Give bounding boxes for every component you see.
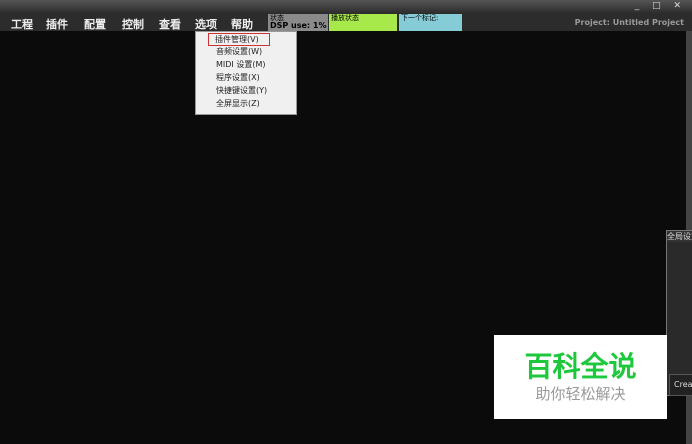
menu-options[interactable]: 选项 — [195, 16, 217, 32]
menu-project[interactable]: 工程 — [11, 16, 33, 32]
menu-item-plugin-manager[interactable]: 插件管理(V) — [208, 33, 270, 46]
menu-item-midi-settings[interactable]: MIDI 设置(M) — [216, 59, 265, 70]
title-bar: _ □ ✕ — [0, 0, 692, 14]
menu-item-program-settings[interactable]: 程序设置(X) — [216, 72, 260, 83]
project-name: Project: Untitled Project — [574, 18, 684, 27]
global-panel: 全局设置 Create — [666, 230, 692, 396]
menu-item-fullscreen[interactable]: 全屏显示(Z) — [216, 98, 260, 109]
menu-help[interactable]: 帮助 — [231, 16, 253, 32]
dsp-usage: DSP use: 1% — [270, 21, 327, 30]
create-button[interactable]: Create — [669, 374, 692, 396]
watermark: 百科全说 助你轻松解决 — [494, 335, 667, 419]
next-marker: 下一个标记: — [399, 14, 462, 31]
watermark-title: 百科全说 — [524, 350, 637, 383]
play-status: 播放状态 — [329, 14, 397, 31]
window-controls[interactable]: _ □ ✕ — [635, 1, 686, 11]
panel-title: 全局设置 — [667, 231, 692, 242]
menu-config[interactable]: 配置 — [84, 16, 106, 32]
menu-view[interactable]: 查看 — [159, 16, 181, 32]
options-dropdown: 插件管理(V) 音频设置(W) MIDI 设置(M) 程序设置(X) 快捷键设置… — [195, 31, 297, 115]
menu-item-shortcut-settings[interactable]: 快捷键设置(Y) — [216, 85, 267, 96]
dsp-status: 状态 DSP use: 1% — [268, 14, 328, 31]
menu-control[interactable]: 控制 — [122, 16, 144, 32]
menu-item-audio-settings[interactable]: 音频设置(W) — [216, 46, 262, 57]
menu-plugins[interactable]: 插件 — [46, 16, 68, 32]
watermark-subtitle: 助你轻松解决 — [535, 385, 626, 403]
